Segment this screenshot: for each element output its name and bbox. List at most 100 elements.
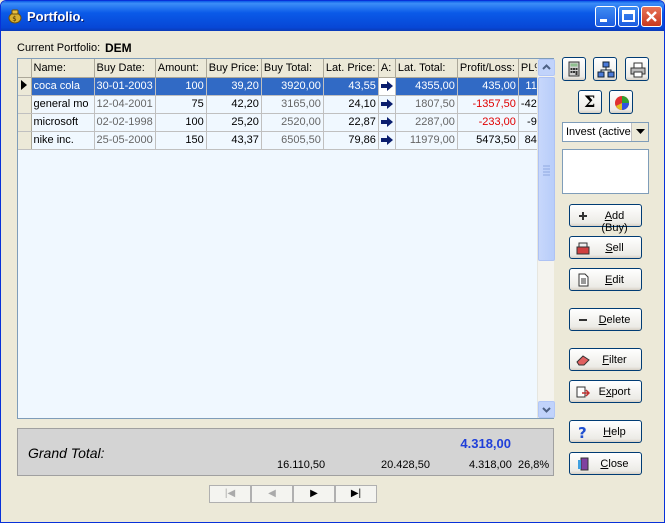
maximize-button[interactable]	[618, 6, 639, 27]
nav-prev-button[interactable]: ◀	[251, 485, 293, 503]
calculator-button[interactable]	[562, 57, 586, 81]
pie-chart-icon	[615, 96, 629, 110]
filter-button[interactable]: Filter	[569, 348, 642, 371]
close-window-button[interactable]	[641, 6, 662, 27]
combo-dropdown-button[interactable]	[631, 123, 648, 141]
cell-lat-price[interactable]: 43,55	[323, 77, 379, 96]
cell-amount[interactable]: 100	[155, 77, 207, 96]
cell-action[interactable]	[378, 113, 396, 132]
table-row[interactable]: nike inc. 25-05-2000 150 43,37 6505,50 7…	[18, 131, 550, 150]
export-label-rest: port	[611, 386, 631, 398]
delete-label: Delete	[592, 314, 637, 326]
sell-button[interactable]: Sell	[569, 236, 642, 259]
close-label: Close	[592, 458, 637, 470]
portfolio-currency: DEM	[105, 41, 132, 55]
column-header-name[interactable]: Name:	[31, 59, 95, 78]
vertical-scrollbar[interactable]	[537, 59, 555, 418]
help-label-rest: elp	[611, 426, 626, 438]
cell-lat-total[interactable]: 2287,00	[395, 113, 458, 132]
cash-register-icon	[576, 242, 590, 255]
delete-button[interactable]: Delete	[569, 308, 642, 331]
help-button[interactable]: ? Help	[569, 420, 642, 443]
cell-buy-price[interactable]: 43,37	[206, 131, 262, 150]
cell-buy-date[interactable]: 12-04-2001	[94, 95, 156, 114]
cell-buy-total[interactable]: 3920,00	[261, 77, 324, 96]
table-row[interactable]: microsoft 02-02-1998 100 25,20 2520,00 2…	[18, 113, 550, 132]
chevron-down-icon	[542, 407, 551, 413]
cell-amount[interactable]: 75	[155, 95, 207, 114]
cell-lat-total[interactable]: 4355,00	[395, 77, 458, 96]
print-button[interactable]	[625, 57, 649, 81]
edit-button[interactable]: Edit	[569, 268, 642, 291]
cell-lat-price[interactable]: 79,86	[323, 131, 379, 150]
network-icon	[597, 61, 615, 78]
cell-lat-price[interactable]: 24,10	[323, 95, 379, 114]
cell-profit-loss[interactable]: 5473,50	[457, 131, 519, 150]
cell-buy-total[interactable]: 6505,50	[261, 131, 324, 150]
close-label-rest: lose	[608, 458, 629, 470]
cell-buy-price[interactable]: 39,20	[206, 77, 262, 96]
cell-profit-loss[interactable]: -233,00	[457, 113, 519, 132]
cell-profit-loss[interactable]: 435,00	[457, 77, 519, 96]
column-header-profit-loss[interactable]: Profit/Loss:	[457, 59, 519, 78]
cell-name[interactable]: nike inc.	[31, 131, 95, 150]
column-header-buy-date[interactable]: Buy Date:	[94, 59, 156, 78]
table-row[interactable]: general mo 12-04-2001 75 42,20 3165,00 2…	[18, 95, 550, 114]
row-indicator	[18, 77, 32, 96]
cell-buy-price[interactable]: 25,20	[206, 113, 262, 132]
total-profit-loss: 4.318,00	[469, 459, 512, 471]
cell-buy-date[interactable]: 30-01-2003	[94, 77, 156, 96]
scroll-thumb[interactable]	[538, 77, 555, 261]
cell-buy-date[interactable]: 25-05-2000	[94, 131, 156, 150]
column-header-lat-total[interactable]: Lat. Total:	[395, 59, 458, 78]
filter-label: Filter	[592, 354, 637, 366]
cell-name[interactable]: general mo	[31, 95, 95, 114]
row-indicator	[18, 95, 32, 114]
table-row[interactable]: coca cola 30-01-2003 100 39,20 3920,00 4…	[18, 77, 550, 96]
column-header-buy-price[interactable]: Buy Price:	[206, 59, 262, 78]
title-bar[interactable]: $ Portfolio.	[1, 1, 664, 31]
network-button[interactable]	[593, 57, 617, 81]
exit-door-icon	[578, 457, 589, 471]
cell-buy-total[interactable]: 2520,00	[261, 113, 324, 132]
chart-button[interactable]	[609, 90, 633, 114]
nav-last-button[interactable]: ▶|	[335, 485, 377, 503]
svg-text:?: ?	[578, 425, 587, 439]
filter-mnemonic: F	[602, 354, 609, 366]
cell-buy-price[interactable]: 42,20	[206, 95, 262, 114]
export-icon	[576, 386, 590, 398]
sum-button[interactable]: Σ	[578, 90, 602, 114]
nav-next-button[interactable]: ▶	[293, 485, 335, 503]
cell-lat-total[interactable]: 1807,50	[395, 95, 458, 114]
cell-buy-date[interactable]: 02-02-1998	[94, 113, 156, 132]
add-mnemonic: A	[604, 210, 613, 222]
filter-combo[interactable]: Invest (active	[562, 122, 649, 142]
column-header-amount[interactable]: Amount:	[155, 59, 207, 78]
cell-lat-price[interactable]: 22,87	[323, 113, 379, 132]
cell-buy-total[interactable]: 3165,00	[261, 95, 324, 114]
column-header-action[interactable]: A:	[378, 59, 396, 78]
cell-name[interactable]: coca cola	[31, 77, 95, 96]
export-button[interactable]: Export	[569, 380, 642, 403]
cell-profit-loss[interactable]: -1357,50	[457, 95, 519, 114]
add-buy-button[interactable]: Add (Buy)	[569, 204, 642, 234]
cell-lat-total[interactable]: 11979,00	[395, 131, 458, 150]
portfolio-grid[interactable]: Name: Buy Date: Amount: Buy Price: Buy T…	[17, 58, 555, 419]
cell-action[interactable]	[378, 77, 396, 96]
delete-mnemonic: D	[598, 314, 607, 326]
help-mnemonic: H	[603, 426, 612, 438]
cell-action[interactable]	[378, 131, 396, 150]
cell-amount[interactable]: 100	[155, 113, 207, 132]
nav-first-button[interactable]: |◀	[209, 485, 251, 503]
scroll-down-button[interactable]	[538, 401, 555, 418]
minimize-button[interactable]	[595, 6, 616, 27]
grip-icon	[543, 165, 550, 176]
cell-action[interactable]	[378, 95, 396, 114]
cell-name[interactable]: microsoft	[31, 113, 95, 132]
column-header-buy-total[interactable]: Buy Total:	[261, 59, 324, 78]
cell-amount[interactable]: 150	[155, 131, 207, 150]
column-header-lat-price[interactable]: Lat. Price:	[323, 59, 379, 78]
scroll-up-button[interactable]	[538, 59, 555, 76]
info-listbox[interactable]	[562, 149, 649, 194]
close-button[interactable]: Close	[569, 452, 642, 475]
